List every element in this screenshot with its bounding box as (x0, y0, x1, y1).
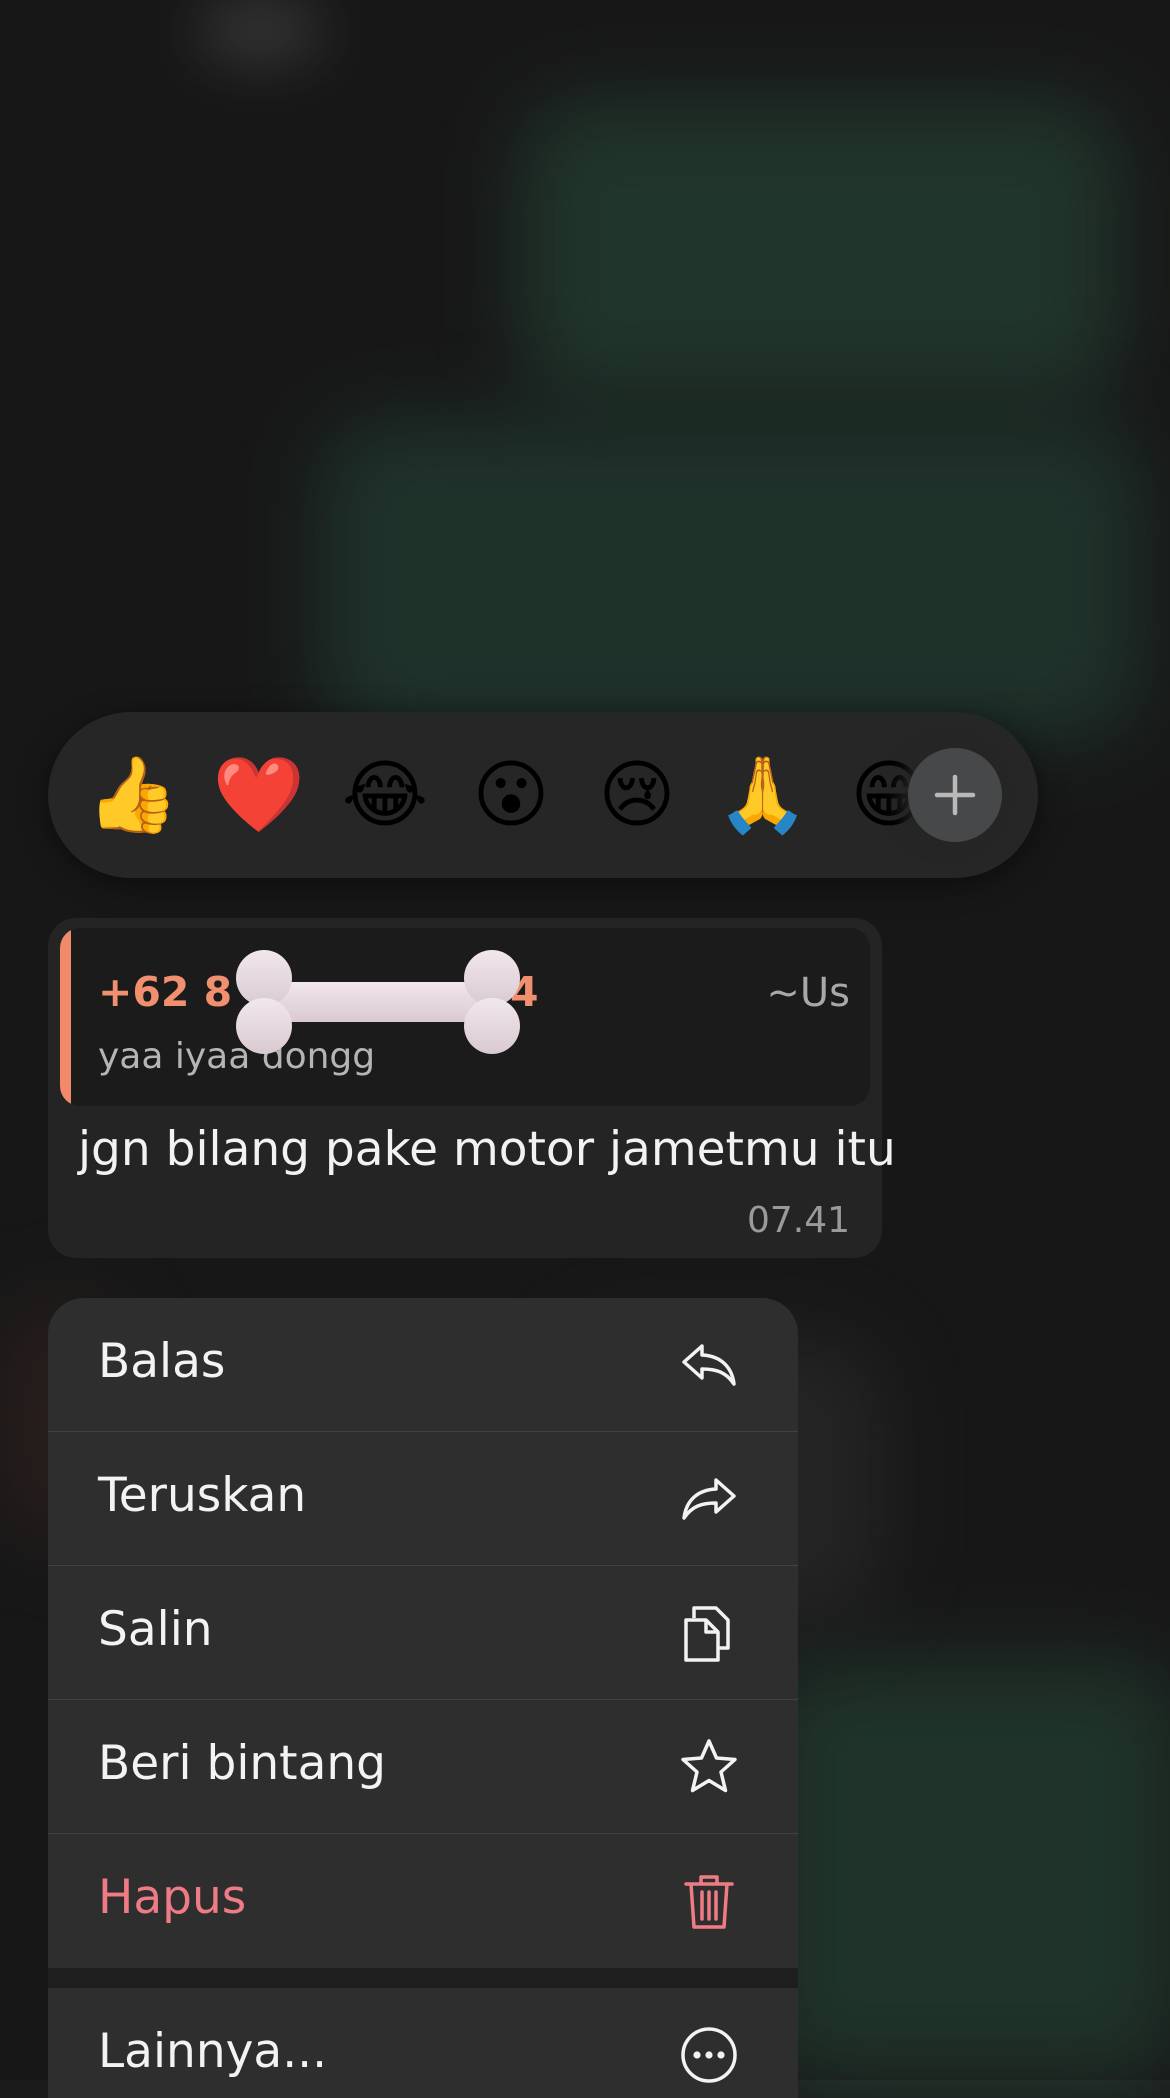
quote-accent-bar (60, 928, 71, 1106)
reaction-crying[interactable]: 😢 (582, 712, 692, 878)
reply-icon (682, 1344, 736, 1386)
menu-item-forward[interactable]: Teruskan (48, 1432, 798, 1566)
menu-item-more[interactable]: Lainnya... (48, 1988, 798, 2098)
reaction-thumbs-up[interactable]: 👍 (78, 712, 188, 878)
add-reaction-button[interactable] (908, 748, 1002, 842)
forward-icon (682, 1478, 736, 1520)
message-bubble[interactable]: +62 8 4 ~Us yaa iyaa dongg jgn bilang pa… (48, 918, 896, 1258)
quote-sender: +62 8 (98, 968, 233, 1016)
reaction-heart[interactable]: ❤️ (204, 712, 314, 878)
reaction-pray[interactable]: 🙏 (708, 712, 818, 878)
menu-item-label: Lainnya... (98, 2024, 328, 2079)
menu-item-label: Balas (98, 1334, 226, 1389)
plus-icon (934, 774, 976, 816)
bone-sticker (236, 950, 520, 1054)
menu-item-copy[interactable]: Salin (48, 1566, 798, 1700)
reaction-laugh[interactable]: 😂 (330, 712, 440, 878)
menu-item-label: Teruskan (98, 1468, 307, 1523)
menu-separator (48, 1968, 798, 1988)
trash-icon (684, 1875, 734, 1929)
reaction-bar: 👍 ❤️ 😂 😮 😢 🙏 😁 (48, 712, 1038, 878)
menu-item-star[interactable]: Beri bintang (48, 1700, 798, 1834)
menu-item-label: Hapus (98, 1870, 247, 1925)
menu-item-label: Beri bintang (98, 1736, 387, 1791)
message-text: jgn bilang pake motor jametmu itu (78, 1122, 896, 1177)
quoted-message[interactable]: +62 8 4 ~Us yaa iyaa dongg (60, 928, 870, 1106)
message-timestamp: 07.41 (746, 1200, 850, 1241)
message-context-menu: Balas Teruskan Salin Beri bintang Hapus (48, 1298, 798, 2098)
menu-item-label: Salin (98, 1602, 213, 1657)
menu-item-delete[interactable]: Hapus (48, 1834, 798, 1968)
quote-alias: ~Us (766, 970, 850, 1016)
copy-icon (684, 1606, 730, 1662)
more-icon (681, 2027, 737, 2083)
menu-item-reply[interactable]: Balas (48, 1298, 798, 1432)
reaction-surprised[interactable]: 😮 (456, 712, 566, 878)
star-icon (681, 1739, 737, 1793)
